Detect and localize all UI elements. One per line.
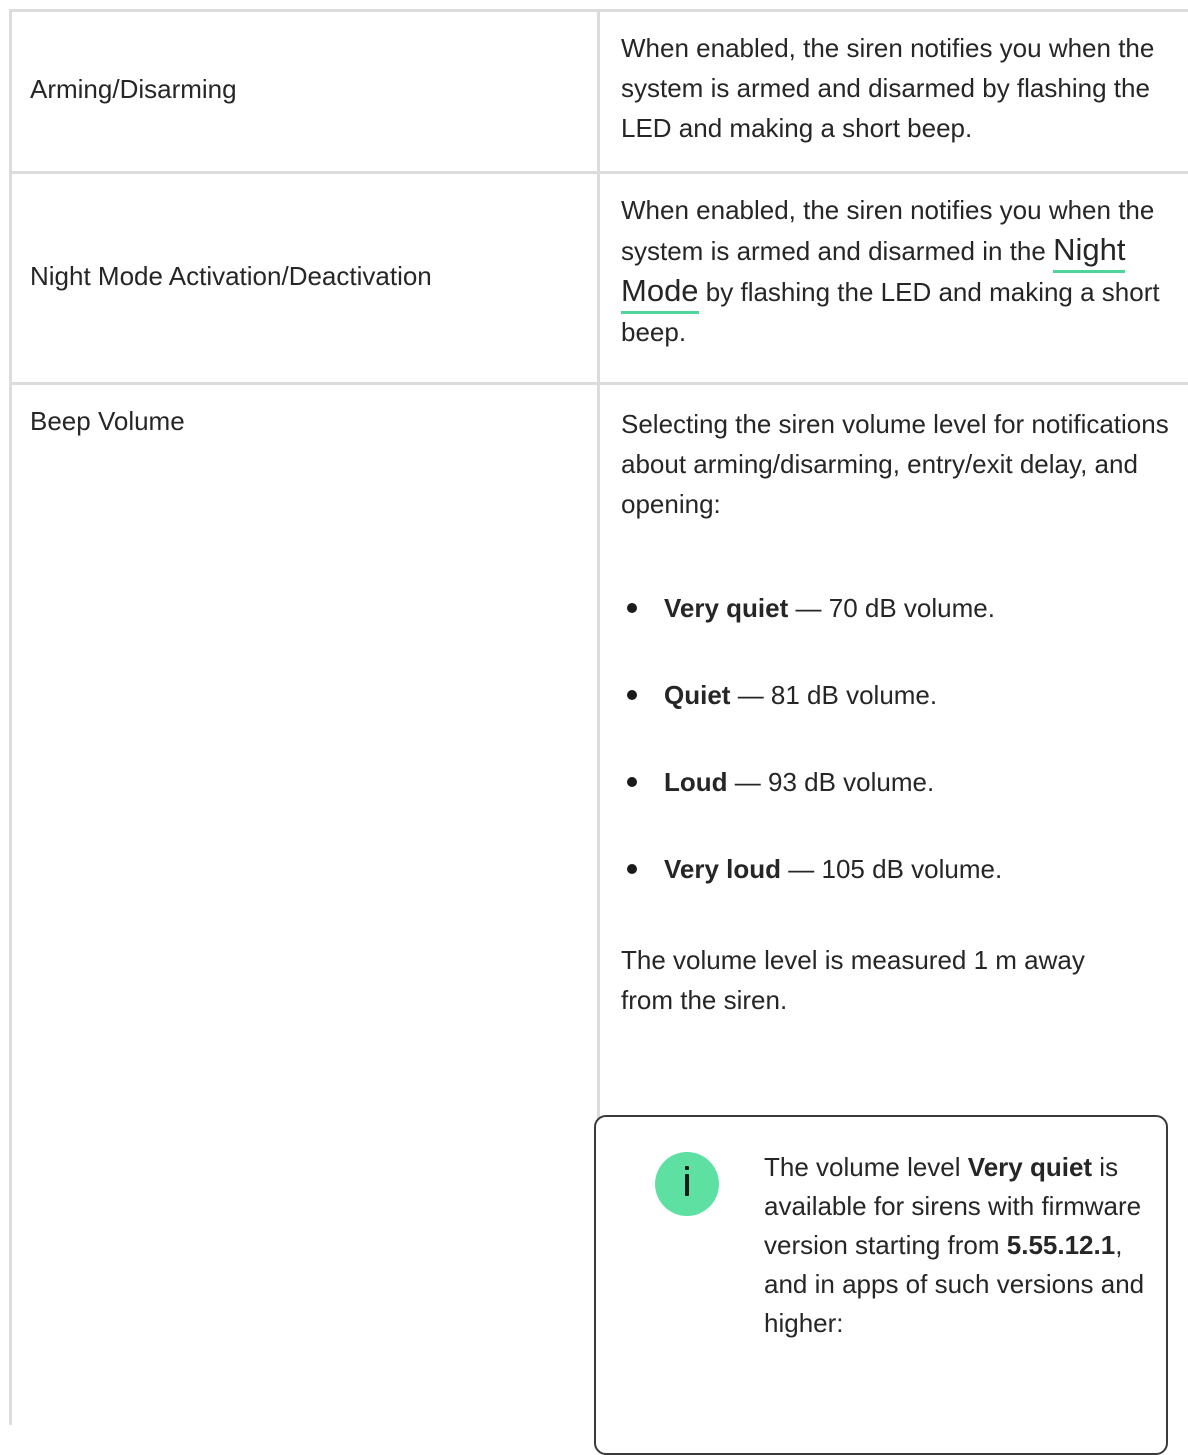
setting-name-beep-volume: Beep Volume xyxy=(30,406,185,436)
bullet-icon xyxy=(627,864,637,874)
info-icon-dot xyxy=(685,1166,689,1170)
night-mode-text-after: by flashing the LED and making a short b… xyxy=(621,277,1160,347)
level-name: Very quiet xyxy=(664,593,789,623)
note-prefix: The volume level xyxy=(764,1152,961,1182)
beep-volume-intro: Selecting the siren volume level for not… xyxy=(621,409,1169,519)
info-icon-stem xyxy=(685,1174,689,1196)
level-detail: — 105 dB volume. xyxy=(788,854,1003,884)
row-divider xyxy=(9,382,1188,385)
bullet-icon xyxy=(627,603,637,613)
info-icon xyxy=(655,1152,719,1216)
setting-description-arming: When enabled, the siren notifies you whe… xyxy=(621,33,1155,143)
level-name: Loud xyxy=(664,767,728,797)
info-note-text: The volume level Very quiet is available… xyxy=(764,1148,1154,1343)
level-detail: — 81 dB volume. xyxy=(737,680,938,710)
setting-name-arming: Arming/Disarming xyxy=(30,74,237,104)
setting-name-night-mode: Night Mode Activation/Deactivation xyxy=(30,261,432,291)
level-detail: — 70 dB volume. xyxy=(795,593,995,623)
level-name: Quiet xyxy=(664,680,731,710)
bullet-icon xyxy=(627,690,637,700)
note-bold-level: Very quiet xyxy=(967,1152,1093,1182)
setting-description-night-mode: When enabled, the siren notifies you whe… xyxy=(621,190,1171,352)
row-divider xyxy=(9,171,1188,174)
level-detail: — 93 dB volume. xyxy=(734,767,935,797)
note-bold-version: 5.55.12.1 xyxy=(1006,1230,1116,1260)
volume-measure-note: The volume level is measured 1 m away fr… xyxy=(621,945,1085,1015)
bullet-icon xyxy=(627,777,637,787)
level-name: Very loud xyxy=(664,854,782,884)
